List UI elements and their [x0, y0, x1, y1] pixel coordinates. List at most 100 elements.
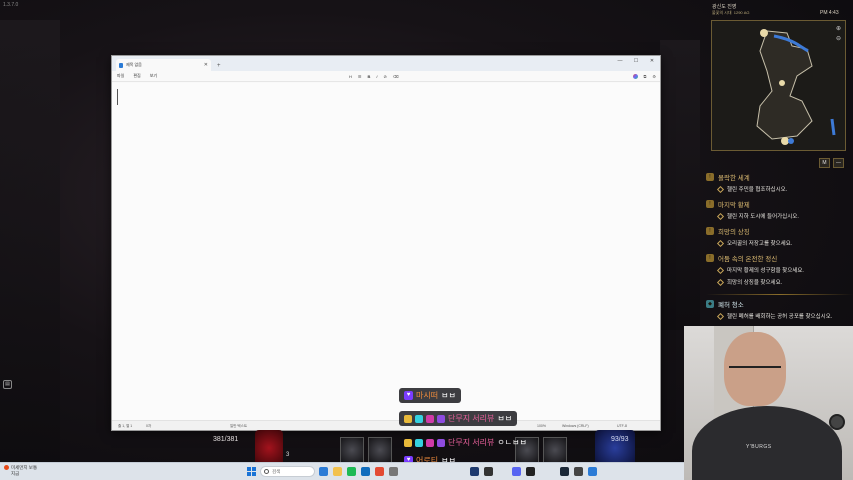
- steam-icon[interactable]: [560, 467, 569, 476]
- windows-taskbar: 미세먼지 보통 지금 검색: [0, 462, 684, 480]
- chat-message: ♥ 마시떠 ㅂㅂ: [399, 388, 461, 403]
- heading-button[interactable]: H: [349, 74, 352, 79]
- mana-value: 93/93: [611, 436, 629, 443]
- quest-icon: !: [706, 173, 714, 181]
- skill-slot-2[interactable]: [368, 437, 392, 463]
- edge-icon[interactable]: [361, 467, 370, 476]
- level-badge-icon: [437, 438, 445, 447]
- chat-text: ㅂㅂ: [497, 414, 513, 423]
- side-quest-icon: ◆: [706, 300, 714, 308]
- app-icon-gray[interactable]: [389, 467, 398, 476]
- notepad-window[interactable]: 제목 없음 ✕ + — ☐ ✕ 파일 편집 보기 H ☰ B I ⊘ ⌫ ⧉ ⚙…: [111, 55, 661, 431]
- minimize-icon[interactable]: —: [612, 56, 628, 67]
- objective-diamond-icon: [716, 266, 725, 274]
- status-position: 줄 1, 열 1: [118, 424, 133, 428]
- quest-title-label: 몰락한 세계: [718, 175, 750, 182]
- map-marker-button[interactable]: M: [819, 158, 830, 168]
- objective-diamond-icon: [716, 278, 725, 286]
- notepad-menubar: 파일 편집 보기 H ☰ B I ⊘ ⌫ ⧉ ⚙: [112, 71, 660, 82]
- quest-icon: !: [706, 254, 714, 262]
- quest-objective: 헬린 지하 도시에 들어가십시오.: [706, 210, 853, 222]
- skill-slot-4[interactable]: [543, 437, 567, 463]
- notepad-titlebar[interactable]: 제목 없음 ✕ + — ☐ ✕: [112, 56, 660, 71]
- chat-username: 단무지 서리뷰: [448, 438, 495, 447]
- chat-message: 단무지 서리뷰 ㅇㄴㅂㅂ: [399, 435, 532, 450]
- app-icon-dark[interactable]: [526, 467, 535, 476]
- window-controls: — ☐ ✕: [612, 56, 660, 67]
- map-collapse-button[interactable]: —: [833, 158, 844, 168]
- quest-objective: 헬린 주민을 협조하십시오.: [706, 183, 853, 195]
- minimap[interactable]: ⊕ ⊖: [711, 20, 846, 151]
- link-button[interactable]: ⊘: [384, 74, 387, 79]
- microphone-icon: [829, 414, 845, 430]
- weather-line2: 지금: [11, 471, 20, 476]
- chat-username: 단무지 서리뷰: [448, 414, 495, 423]
- skill-slot-1[interactable]: [340, 437, 364, 463]
- objective-text: 마지막 황제의 성구함을 찾으세요.: [727, 268, 804, 274]
- quest-objective: 희망의 상징을 찾으세요.: [706, 276, 853, 288]
- obs-icon[interactable]: [484, 467, 493, 476]
- maximize-icon[interactable]: ☐: [628, 56, 644, 67]
- quest-title-label: 어둠 속의 온전한 정신: [718, 256, 778, 263]
- clear-format-button[interactable]: ⌫: [393, 74, 399, 79]
- status-zoom: 100%: [537, 424, 546, 428]
- quest-objective: 헬린 폐허를 배회하는 공허 공포를 찾으십시오.: [706, 310, 853, 322]
- menu-edit[interactable]: 편집: [133, 73, 140, 79]
- health-value: 381/381: [213, 436, 239, 443]
- start-button[interactable]: [247, 467, 256, 476]
- shirt-text: Y'BURGS: [746, 444, 772, 450]
- quest-title[interactable]: ! 마지막 황제: [706, 198, 853, 210]
- menu-view[interactable]: 보기: [150, 73, 157, 79]
- quest-title[interactable]: ! 어둠 속의 온전한 정신: [706, 252, 853, 264]
- weather-widget[interactable]: 미세먼지 보통 지금: [4, 465, 37, 477]
- photoshop-icon[interactable]: [470, 467, 479, 476]
- side-quest-title[interactable]: ◆ 폐허 청소: [706, 298, 853, 310]
- status-chars: 0자: [146, 424, 152, 428]
- app-icon-gray2[interactable]: [574, 467, 583, 476]
- settings-gear-icon[interactable]: ⚙: [652, 74, 656, 79]
- gift-badge-icon: [426, 414, 434, 423]
- app-icon-green[interactable]: [347, 467, 356, 476]
- quest-title[interactable]: ! 희망의 상징: [706, 225, 853, 237]
- text-caret: [117, 89, 118, 105]
- health-orb: [255, 430, 283, 466]
- bold-button[interactable]: B: [367, 74, 370, 79]
- notepad-taskbar-icon[interactable]: [588, 467, 597, 476]
- minimap-terrain: [756, 29, 836, 145]
- taskbar-search[interactable]: 검색: [260, 466, 315, 477]
- skill-slot-number: 3: [286, 452, 290, 458]
- objective-diamond-icon: [716, 239, 725, 247]
- task-view-icon[interactable]: [319, 467, 328, 476]
- chrome-icon[interactable]: [375, 467, 384, 476]
- new-tab-button[interactable]: +: [217, 63, 221, 69]
- quest-objective: 마지막 황제의 성구함을 찾으세요.: [706, 264, 853, 276]
- background-pillar-right: [660, 40, 700, 330]
- quest-divider: [706, 294, 853, 295]
- status-encoding: UTF-8: [617, 424, 627, 428]
- chat-bubble-icon[interactable]: ▤: [3, 380, 12, 389]
- air-quality-icon: [4, 465, 9, 471]
- game-clock: PM 4:43: [820, 10, 839, 16]
- minimap-zoom-in-icon[interactable]: ⊕: [836, 25, 841, 32]
- diamond-badge-icon: [415, 438, 423, 447]
- discord-icon[interactable]: [512, 467, 521, 476]
- gift-badge-icon: [426, 438, 434, 447]
- close-window-icon[interactable]: ✕: [644, 56, 660, 67]
- objective-text: 희망의 상징을 찾으세요.: [727, 280, 783, 286]
- copilot-icon[interactable]: [632, 74, 638, 79]
- tab-close-icon[interactable]: ✕: [204, 62, 208, 68]
- minimap-zoom-out-icon[interactable]: ⊖: [836, 35, 841, 42]
- notepad-tab[interactable]: 제목 없음 ✕: [116, 59, 211, 71]
- italic-button[interactable]: I: [376, 74, 377, 79]
- quest-title-label: 마지막 황제: [718, 202, 750, 209]
- menu-file[interactable]: 파일: [117, 73, 124, 79]
- game-version: 1.3.7.0: [3, 2, 19, 8]
- list-button[interactable]: ☰: [358, 74, 362, 79]
- chat-message: 단무지 서리뷰 ㅂㅂ: [399, 411, 518, 426]
- sublocation-label: 불꽃의 시대: [712, 10, 732, 15]
- tabs-icon[interactable]: ⧉: [644, 74, 647, 79]
- notepad-text-area[interactable]: [112, 83, 660, 420]
- quest-title[interactable]: ! 몰락한 세계: [706, 171, 853, 183]
- region-name: 광신도 진영: [712, 4, 737, 10]
- file-explorer-icon[interactable]: [333, 467, 342, 476]
